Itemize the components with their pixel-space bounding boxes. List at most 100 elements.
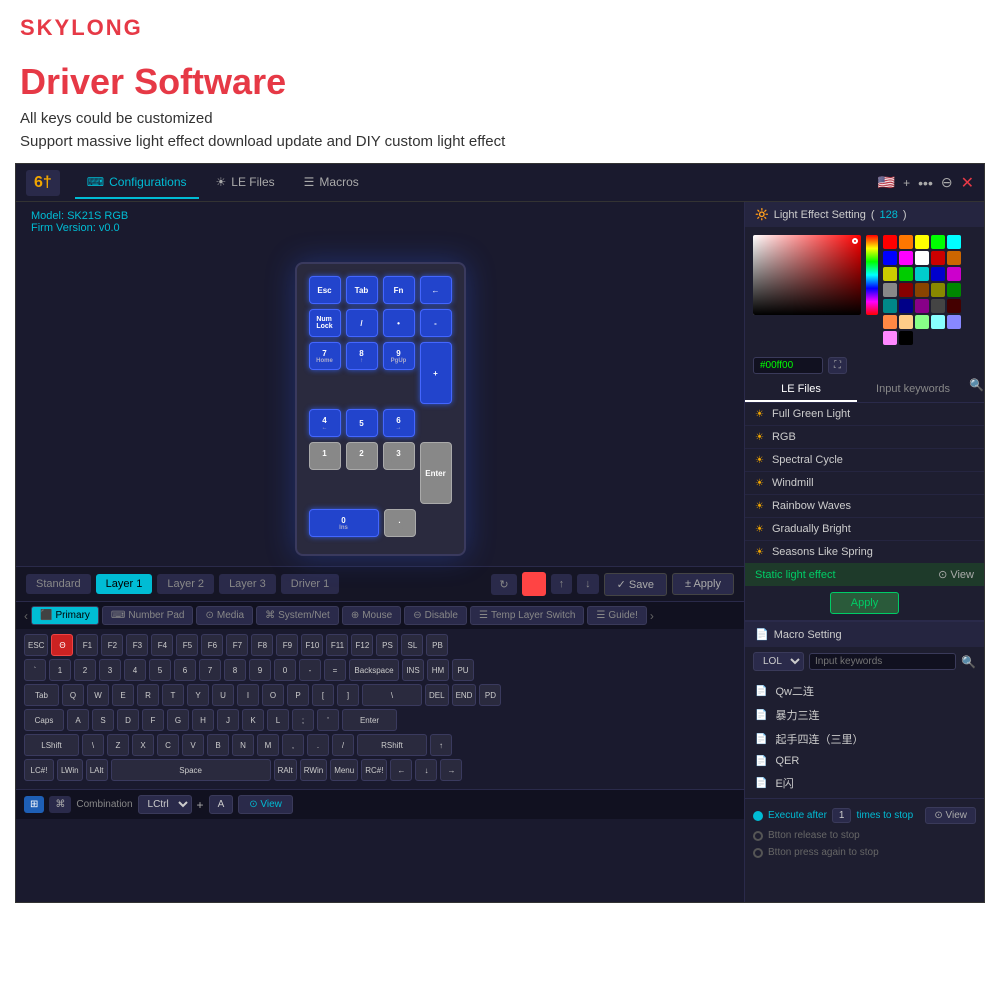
effect-windmill[interactable]: ☀ Windmill <box>745 472 984 495</box>
static-view-btn[interactable]: ⊙ View <box>938 568 974 581</box>
effect-gradually-bright[interactable]: ☀ Gradually Bright <box>745 518 984 541</box>
fk-k[interactable]: K <box>242 709 264 731</box>
key-numlock[interactable]: NumLock <box>309 309 341 337</box>
swatch-vdred[interactable] <box>947 299 961 313</box>
fk-f[interactable]: F <box>142 709 164 731</box>
fk-f1[interactable]: F1 <box>76 634 98 656</box>
fk-left[interactable]: ← <box>390 759 412 781</box>
key-asterisk[interactable]: • <box>383 309 415 337</box>
radio-btn-press[interactable] <box>753 848 763 858</box>
fk-enter[interactable]: Enter <box>342 709 397 731</box>
kmap-media[interactable]: ⊙ Media <box>196 606 253 625</box>
le-tab-files[interactable]: LE Files <box>745 378 857 402</box>
swatch-brown[interactable] <box>915 283 929 297</box>
fk-u[interactable]: U <box>212 684 234 706</box>
close-icon[interactable]: ✕ <box>961 173 974 193</box>
macro-search-input[interactable] <box>809 653 956 670</box>
fk-f12[interactable]: F12 <box>351 634 373 656</box>
fk-q[interactable]: Q <box>62 684 84 706</box>
swatch-gray[interactable] <box>883 283 897 297</box>
tab-configurations[interactable]: ⌨ Configurations <box>75 167 199 199</box>
btn-refresh[interactable]: ↻ <box>491 574 516 595</box>
key-minus[interactable]: - <box>420 309 452 337</box>
fk-tab[interactable]: Tab <box>24 684 59 706</box>
fk-del[interactable]: DEL <box>425 684 449 706</box>
fk-backtick[interactable]: ` <box>24 659 46 681</box>
apple-key[interactable]: ⌘ <box>49 796 71 813</box>
btn-driver1[interactable]: Driver 1 <box>281 574 340 594</box>
fk-lwin[interactable]: LWin <box>57 759 83 781</box>
fk-f7[interactable]: F7 <box>226 634 248 656</box>
key-8[interactable]: 8↑ <box>346 342 378 370</box>
radio-execute-after[interactable] <box>753 811 763 821</box>
key-2[interactable]: 2↓ <box>346 442 378 470</box>
swatch-vdarkred[interactable] <box>899 283 913 297</box>
fk-j[interactable]: J <box>217 709 239 731</box>
fk-caps[interactable]: Caps <box>24 709 64 731</box>
btn-layer-color[interactable] <box>522 572 546 596</box>
fk-pd[interactable]: PD <box>479 684 501 706</box>
kmap-disable[interactable]: ⊖ Disable <box>404 606 467 625</box>
fk-equals[interactable]: = <box>324 659 346 681</box>
fk-3[interactable]: 3 <box>99 659 121 681</box>
fk-9[interactable]: 9 <box>249 659 271 681</box>
key-6[interactable]: 6→ <box>383 409 415 437</box>
fk-r[interactable]: R <box>137 684 159 706</box>
kmap-system-net[interactable]: ⌘ System/Net <box>256 606 339 625</box>
macro-item-5[interactable]: 📄 E闪 <box>745 771 984 795</box>
fk-rwin[interactable]: RWin <box>300 759 327 781</box>
minimize-icon[interactable]: ⊖ <box>941 174 953 191</box>
fk-f2[interactable]: F2 <box>101 634 123 656</box>
btn-layer-up[interactable]: ↑ <box>551 574 573 594</box>
fk-p[interactable]: P <box>287 684 309 706</box>
radio-btn-release[interactable] <box>753 831 763 841</box>
bottom-view-btn[interactable]: ⊙ View <box>238 795 293 814</box>
fk-f10[interactable]: F10 <box>301 634 323 656</box>
fk-semicolon[interactable]: ; <box>292 709 314 731</box>
fk-rbracket[interactable]: ] <box>337 684 359 706</box>
fk-dash[interactable]: - <box>299 659 321 681</box>
fk-lshift[interactable]: LShift <box>24 734 79 756</box>
swatch-vdarkgreen[interactable] <box>947 283 961 297</box>
fk-t[interactable]: T <box>162 684 184 706</box>
swatch-lcyan[interactable] <box>931 315 945 329</box>
fk-c[interactable]: C <box>157 734 179 756</box>
kmap-mouse[interactable]: ⊕ Mouse <box>342 606 401 625</box>
fk-m[interactable]: M <box>257 734 279 756</box>
swatch-black[interactable] <box>899 331 913 345</box>
fk-fwdslash[interactable]: / <box>332 734 354 756</box>
fk-h[interactable]: H <box>192 709 214 731</box>
fk-quote[interactable]: ' <box>317 709 339 731</box>
color-expand-btn[interactable]: ⛶ <box>828 357 847 374</box>
fk-backspace[interactable]: Backspace <box>349 659 399 681</box>
swatch-orange[interactable] <box>899 235 913 249</box>
btn-layer3[interactable]: Layer 3 <box>219 574 276 594</box>
key-fn[interactable]: Fn <box>383 276 415 304</box>
fk-backslash2[interactable]: \ <box>82 734 104 756</box>
light-apply-btn[interactable]: Apply <box>830 592 900 614</box>
fk-f8[interactable]: F8 <box>251 634 273 656</box>
swatch-lgreen[interactable] <box>915 315 929 329</box>
fk-right[interactable]: → <box>440 759 462 781</box>
key-slash[interactable]: / <box>346 309 378 337</box>
effect-seasons[interactable]: ☀ Seasons Like Spring <box>745 541 984 563</box>
tab-macros[interactable]: ☰ Macros <box>292 167 371 199</box>
fk-up[interactable]: ↑ <box>430 734 452 756</box>
kmap-temp-layer[interactable]: ☰ Temp Layer Switch <box>470 606 584 625</box>
fk-esc[interactable]: ESC <box>24 634 48 656</box>
fk-f4[interactable]: F4 <box>151 634 173 656</box>
fk-v[interactable]: V <box>182 734 204 756</box>
swatch-darkcyan[interactable] <box>915 267 929 281</box>
macro-item-2[interactable]: 📄 暴力三连 <box>745 703 984 727</box>
fk-a[interactable]: A <box>67 709 89 731</box>
swatch-green[interactable] <box>931 235 945 249</box>
fk-backslash[interactable]: \ <box>362 684 422 706</box>
fk-lbracket[interactable]: [ <box>312 684 334 706</box>
fk-theta[interactable]: Θ <box>51 634 73 656</box>
le-search-icon[interactable]: 🔍 <box>969 378 984 402</box>
swatch-purple[interactable] <box>915 299 929 313</box>
fk-ps[interactable]: PS <box>376 634 398 656</box>
fk-7[interactable]: 7 <box>199 659 221 681</box>
swatch-peach[interactable] <box>899 315 913 329</box>
fk-ralt[interactable]: RAlt <box>274 759 297 781</box>
